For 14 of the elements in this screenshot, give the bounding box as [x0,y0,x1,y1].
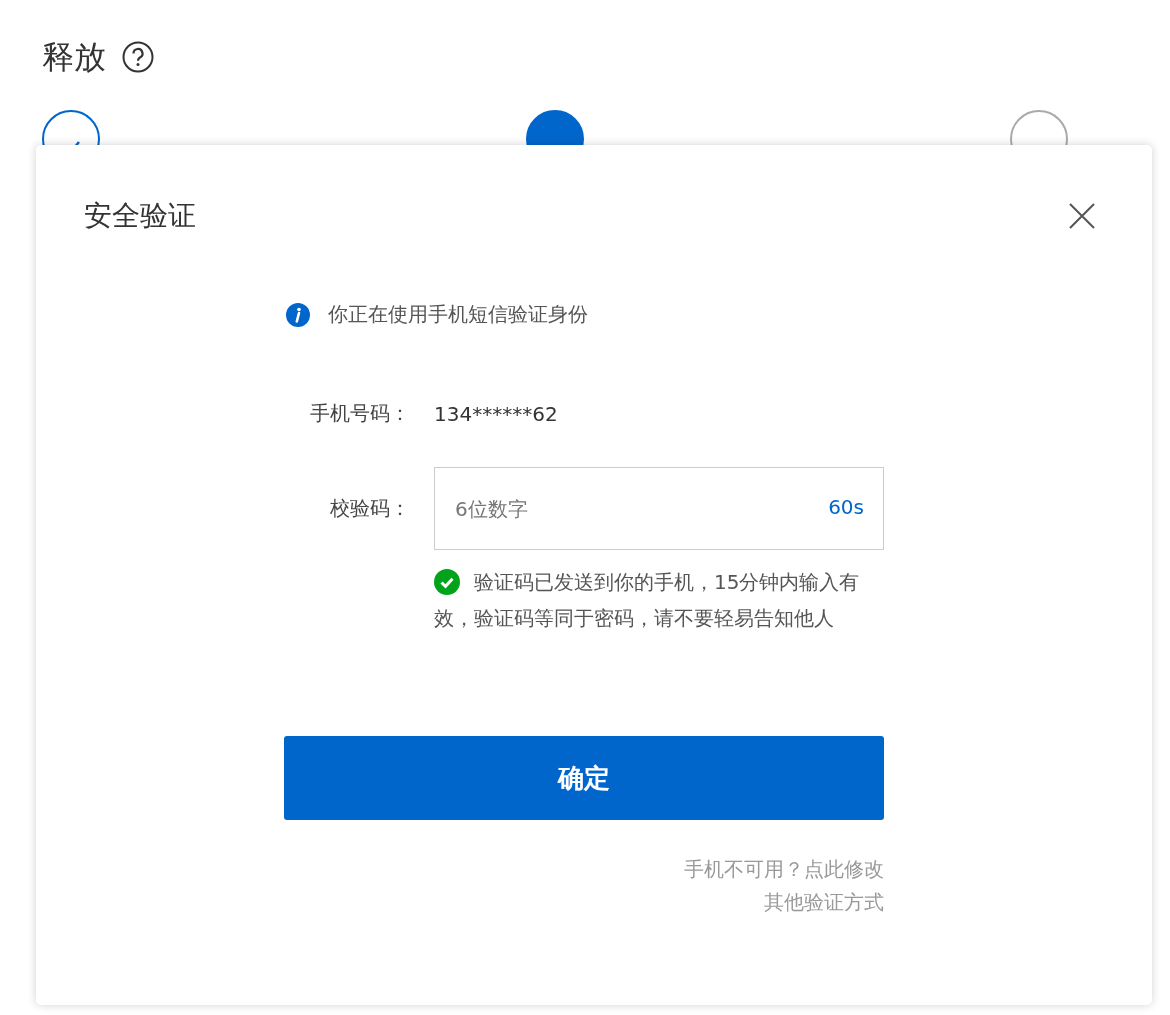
field-label: 校验码： [329,495,410,522]
dialog-title: 安全验证 [84,198,196,234]
sms-sent-message: 验证码已发送到你的手机，15分钟内输入有效，验证码等同于密码，请不要轻易告知他人 [434,570,860,630]
page-title: 释放 [42,37,106,78]
notice-text: 你正在使用手机短信验证身份 [328,301,588,328]
close-icon[interactable] [1068,202,1096,230]
link[interactable]: 手机不可用？点此修改 [684,856,884,883]
field-label: 手机号码： [309,400,410,427]
link[interactable]: 其他验证方式 [764,889,884,916]
countdown-text: 60s [828,495,864,519]
phone-number: 134******62 [434,401,558,426]
info-icon [286,302,310,327]
help-icon[interactable] [122,41,154,73]
confirm-button[interactable]: 确定 [284,736,884,820]
